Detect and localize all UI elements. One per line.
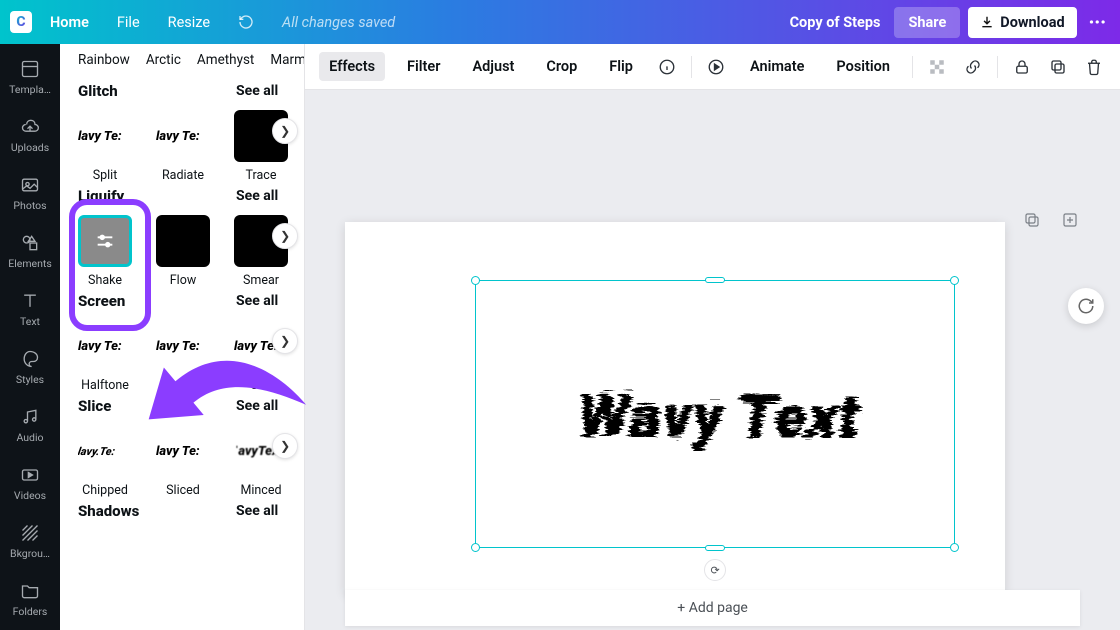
home-button[interactable]: Home [40, 0, 99, 44]
trash-icon[interactable] [1082, 55, 1106, 79]
tab-effects[interactable]: Effects [319, 52, 385, 81]
canvas-toolbar: Effects Filter Adjust Crop Flip Animate … [305, 44, 1120, 90]
section-slice: Slice See all lavy.Te:Chipped lavy Te:Sli… [78, 397, 304, 498]
copy-page-icon[interactable] [1020, 208, 1044, 232]
rail-elements[interactable]: Elements [0, 222, 60, 280]
scroll-right-button[interactable]: ❯ [272, 118, 298, 144]
rail-text[interactable]: Text [0, 280, 60, 338]
rail-background[interactable]: Bkgrou… [0, 512, 60, 570]
rail-audio[interactable]: Audio [0, 396, 60, 454]
transparency-icon[interactable] [925, 55, 949, 79]
redo-fab[interactable] [1068, 288, 1104, 324]
resize-edge[interactable] [705, 545, 725, 551]
thumb-sliced[interactable]: lavy Te:Sliced [156, 425, 210, 498]
tab-animate[interactable]: Animate [740, 52, 814, 81]
add-page-button[interactable]: + Add page [345, 590, 1080, 626]
resize-menu[interactable]: Resize [158, 0, 220, 44]
chip-rainbow[interactable]: Rainbow [78, 52, 130, 68]
selection-box[interactable]: ⟳ Wavy Text [475, 280, 955, 548]
canvas-stage[interactable]: ⟳ Wavy Text + Add page [305, 90, 1120, 630]
resize-handle[interactable] [471, 276, 480, 285]
rail-folders[interactable]: Folders [0, 570, 60, 628]
see-all-link[interactable]: See all [236, 188, 278, 204]
animate-icon[interactable] [704, 55, 728, 79]
chip-arctic[interactable]: Arctic [146, 52, 181, 68]
document-title[interactable]: Copy of Steps [790, 14, 881, 31]
resize-handle[interactable] [471, 543, 480, 552]
section-liquify: LiquifySee all Shake Flow Smear Smud ❯ [78, 187, 304, 288]
section-glitch: Glitch See all lavy Te:Split lavy Te:Radi… [78, 82, 304, 183]
section-title: Slice [78, 397, 111, 415]
lock-icon[interactable] [1010, 55, 1034, 79]
section-screen: Screen See all lavy Te:Halftone lavy Te:C… [78, 292, 304, 393]
scroll-right-button[interactable]: ❯ [272, 433, 298, 459]
undo-button[interactable] [228, 0, 264, 44]
canvas-text[interactable]: Wavy Text [574, 381, 857, 447]
rotate-handle[interactable]: ⟳ [704, 559, 726, 581]
thumb-shake[interactable]: Shake [78, 215, 132, 288]
share-button[interactable]: Share [894, 7, 960, 38]
rail-photos[interactable]: Photos [0, 164, 60, 222]
resize-handle[interactable] [950, 276, 959, 285]
tab-adjust[interactable]: Adjust [462, 52, 524, 81]
workspace: Effects Filter Adjust Crop Flip Animate … [305, 44, 1120, 630]
separator [997, 56, 998, 78]
separator [691, 56, 692, 78]
rail-styles[interactable]: Styles [0, 338, 60, 396]
scroll-right-button[interactable]: ❯ [272, 328, 298, 354]
thumb-radiate[interactable]: lavy Te:Radiate [156, 110, 210, 183]
info-icon[interactable] [655, 55, 679, 79]
link-icon[interactable] [961, 55, 985, 79]
rail-videos[interactable]: Videos [0, 454, 60, 512]
tab-crop[interactable]: Crop [536, 52, 587, 81]
save-status: All changes saved [272, 14, 395, 31]
thumb-chipped[interactable]: lavy.Te:Chipped [78, 425, 132, 498]
duplicate-icon[interactable] [1046, 55, 1070, 79]
tune-icon [81, 218, 129, 264]
design-page[interactable]: ⟳ Wavy Text [345, 222, 1005, 594]
resize-handle[interactable] [950, 543, 959, 552]
tab-filter[interactable]: Filter [397, 52, 450, 81]
separator [912, 56, 913, 78]
thumb-halftone[interactable]: lavy Te:Halftone [78, 320, 132, 393]
thumb-split[interactable]: lavy Te:Split [78, 110, 132, 183]
section-shadows: Shadows See all [78, 502, 304, 520]
add-page-icon[interactable] [1058, 208, 1082, 232]
download-button[interactable]: Download [968, 7, 1076, 38]
section-title: Glitch [78, 82, 118, 100]
tab-flip[interactable]: Flip [599, 52, 643, 81]
chip-marm[interactable]: Marm [270, 52, 304, 68]
see-all-link[interactable]: See all [236, 83, 278, 99]
thumb-flow[interactable]: Flow [156, 215, 210, 288]
file-menu[interactable]: File [107, 0, 150, 44]
section-title: Screen [78, 292, 125, 310]
app-logo[interactable]: C [10, 11, 32, 33]
chip-amethyst[interactable]: Amethyst [197, 52, 254, 68]
section-title: Liquify [78, 187, 124, 205]
effect-categories: Rainbow Arctic Amethyst Marm [78, 44, 304, 78]
scroll-right-button[interactable]: ❯ [272, 223, 298, 249]
rail-uploads[interactable]: Uploads [0, 106, 60, 164]
thumb-calico[interactable]: lavy Te:Calico [156, 320, 210, 393]
top-bar: C Home File Resize All changes saved Cop… [0, 0, 1120, 44]
see-all-link[interactable]: See all [236, 293, 278, 309]
see-all-link[interactable]: See all [236, 398, 278, 414]
more-menu[interactable]: ··· [1085, 12, 1110, 33]
tab-position[interactable]: Position [826, 52, 900, 81]
effects-panel: Rainbow Arctic Amethyst Marm Glitch See a… [60, 44, 305, 630]
section-title: Shadows [78, 502, 139, 520]
resize-edge[interactable] [705, 277, 725, 283]
see-all-link[interactable]: See all [236, 503, 278, 519]
left-rail: Templa… Uploads Photos Elements Text Sty… [0, 44, 60, 630]
rail-templates[interactable]: Templa… [0, 48, 60, 106]
